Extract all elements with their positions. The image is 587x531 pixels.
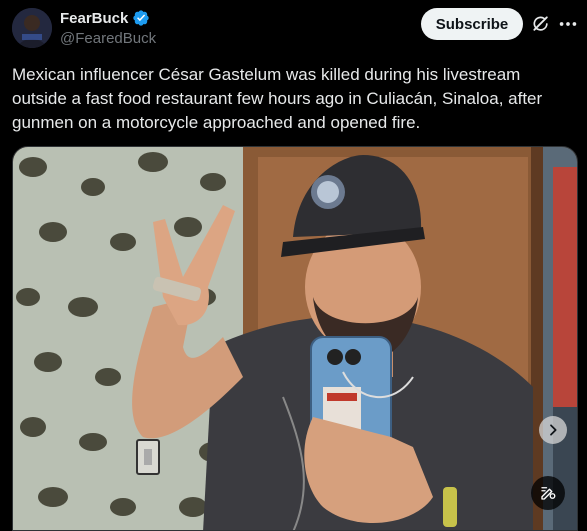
next-image-button[interactable] [539,416,567,444]
image-tools-icon [541,487,556,500]
image-tools-button[interactable] [531,476,565,510]
avatar-icon [12,8,52,48]
post-media[interactable] [12,146,578,531]
avatar[interactable] [12,8,52,48]
display-name[interactable]: FearBuck [60,10,128,27]
grok-icon[interactable] [531,14,551,34]
post-text: Mexican influencer César Gastelum was ki… [12,65,547,132]
author-name-row: FearBuck [60,9,150,27]
chevron-right-icon [550,424,557,436]
post-card: FearBuck @FearedBuck Subscribe Mexican i… [0,0,587,531]
author-handle[interactable]: @FearedBuck [60,30,156,47]
more-horizontal-icon[interactable] [557,13,579,35]
post-photo [13,147,577,530]
verified-badge-icon [133,10,150,26]
subscribe-button[interactable]: Subscribe [421,8,523,40]
